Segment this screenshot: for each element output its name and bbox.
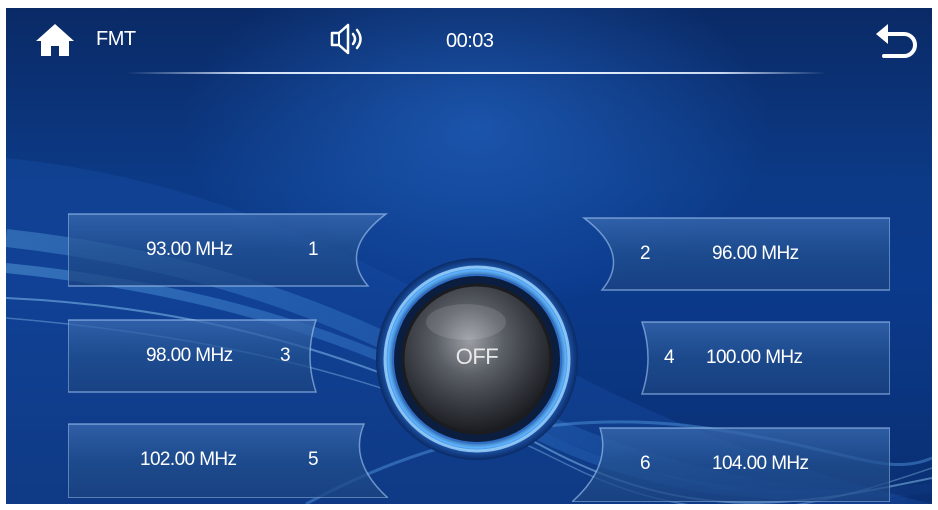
- clock-display: 00:03: [446, 30, 494, 52]
- speaker-icon[interactable]: [328, 22, 370, 56]
- preset-button-5[interactable]: 102.00 MHz 5: [68, 422, 388, 498]
- preset-number: 1: [308, 239, 319, 260]
- preset-frequency: 104.00 MHz: [712, 453, 809, 474]
- preset-frequency: 98.00 MHz: [146, 345, 233, 366]
- preset-number: 3: [280, 345, 291, 366]
- preset-button-6[interactable]: 6 104.00 MHz: [572, 426, 890, 502]
- top-bar: FMT 00:03: [6, 8, 932, 78]
- preset-frequency: 102.00 MHz: [140, 449, 237, 470]
- preset-button-4[interactable]: 4 100.00 MHz: [636, 320, 890, 396]
- preset-button-3[interactable]: 98.00 MHz 3: [68, 318, 322, 394]
- preset-number: 4: [664, 347, 675, 368]
- preset-frequency: 93.00 MHz: [146, 239, 233, 260]
- home-icon[interactable]: [34, 22, 76, 58]
- preset-number: 5: [308, 449, 319, 470]
- back-arrow-icon[interactable]: [872, 22, 920, 58]
- preset-number: 6: [640, 453, 651, 474]
- fm-transmitter-screen: FMT 00:03 93.00 MHz 1 2 96.00 MHz 98.00 …: [6, 8, 932, 504]
- header-divider: [126, 72, 826, 74]
- app-title: FMT: [96, 28, 136, 50]
- preset-button-2[interactable]: 2 96.00 MHz: [572, 216, 890, 292]
- preset-number: 2: [640, 243, 651, 264]
- power-off-button[interactable]: OFF: [374, 256, 580, 462]
- power-off-label: OFF: [455, 344, 499, 369]
- preset-frequency: 100.00 MHz: [706, 347, 803, 368]
- preset-button-1[interactable]: 93.00 MHz 1: [68, 212, 398, 288]
- preset-frequency: 96.00 MHz: [712, 243, 799, 264]
